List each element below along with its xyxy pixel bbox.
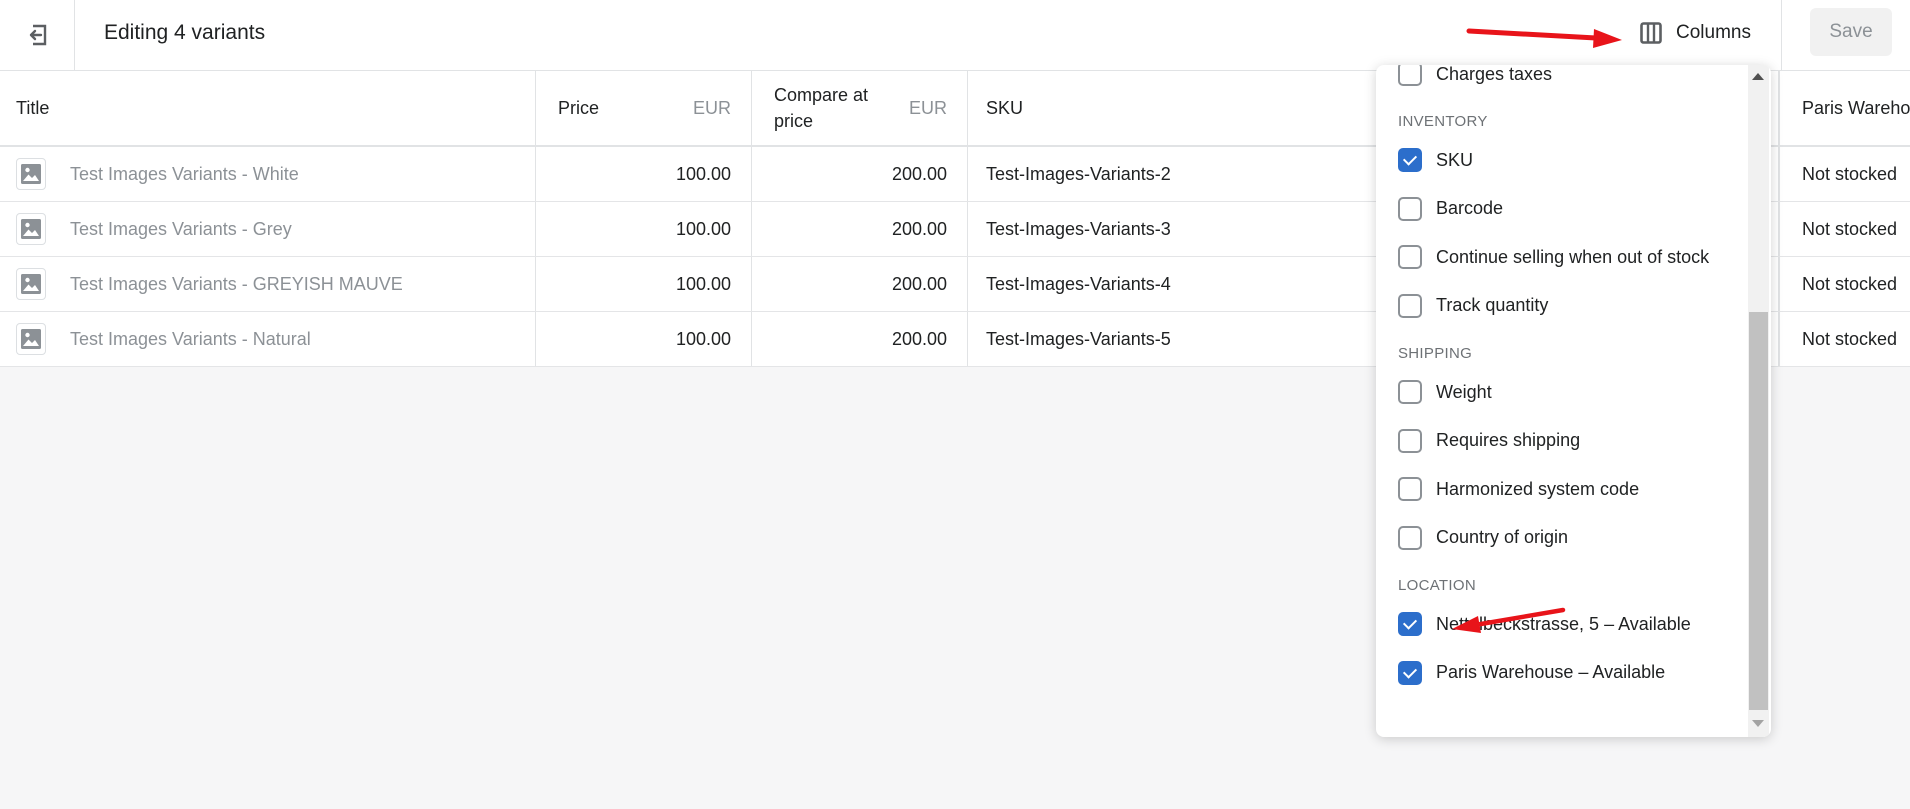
paris-warehouse-cell[interactable]: Not stocked (1779, 257, 1910, 311)
scroll-up-arrow-icon[interactable] (1752, 73, 1764, 80)
checkbox[interactable] (1398, 148, 1422, 172)
variant-title: Test Images Variants - Natural (70, 328, 311, 349)
title-cell[interactable]: Test Images Variants - Grey (0, 202, 536, 256)
column-header-title: Title (0, 71, 536, 145)
checkbox[interactable] (1398, 612, 1422, 636)
columns-menu: Charges taxes INVENTORY SKU Barcode Conti… (1376, 65, 1771, 737)
compare-at-price-cell[interactable]: 200.00 (752, 147, 968, 201)
paris-warehouse-cell[interactable]: Not stocked (1779, 147, 1910, 201)
title-cell[interactable]: Test Images Variants - GREYISH MAUVE (0, 257, 536, 311)
columns-label: Columns (1676, 22, 1751, 43)
column-option-label: Nettelbeckstrasse, 5 – Available (1436, 613, 1691, 634)
image-placeholder-icon[interactable] (16, 268, 46, 300)
column-option-label: Requires shipping (1436, 430, 1581, 450)
save-button[interactable]: Save (1810, 8, 1892, 56)
column-header-price: Price EUR (536, 71, 752, 145)
column-option[interactable]: Barcode (1398, 196, 1504, 221)
column-option[interactable]: Paris Warehouse – Available (1398, 660, 1666, 685)
columns-icon (1640, 22, 1662, 44)
compare-currency: EUR (908, 97, 947, 118)
checkbox[interactable] (1398, 65, 1422, 86)
compare-at-price-cell[interactable]: 200.00 (752, 202, 968, 256)
column-header-compare-at-price: Compare at price EUR (752, 71, 968, 145)
column-option[interactable]: Requires shipping (1398, 428, 1581, 453)
column-option[interactable]: Charges taxes (1398, 65, 1552, 86)
column-option-label: Barcode (1436, 198, 1504, 218)
column-option[interactable]: SKU (1398, 148, 1473, 172)
columns-button[interactable]: Columns (1640, 16, 1751, 50)
title-cell[interactable]: Test Images Variants - Natural (0, 312, 536, 366)
paris-warehouse-cell[interactable]: Not stocked (1779, 312, 1910, 366)
column-option[interactable]: Nettelbeckstrasse, 5 – Available (1398, 612, 1691, 636)
compare-at-price-cell[interactable]: 200.00 (752, 257, 968, 311)
page-title: Editing 4 variants (104, 21, 266, 44)
compare-header-label: Compare at price (774, 85, 869, 131)
price-cell[interactable]: 100.00 (536, 312, 752, 366)
column-option-label: Paris Warehouse – Available (1436, 662, 1666, 682)
divider (1781, 0, 1782, 70)
column-option-label: Continue selling when out of stock (1436, 246, 1710, 267)
compare-at-price-cell[interactable]: 200.00 (752, 312, 968, 366)
exit-button[interactable] (0, 0, 75, 70)
image-placeholder-icon[interactable] (16, 213, 46, 245)
column-option-label: Track quantity (1436, 295, 1549, 315)
top-bar: Editing 4 variants Columns Save (0, 0, 1910, 71)
variant-title: Test Images Variants - GREYISH MAUVE (70, 273, 403, 294)
variant-title: Test Images Variants - White (70, 163, 299, 184)
column-option-label: Charges taxes (1436, 65, 1553, 84)
column-option[interactable]: Continue selling when out of stock (1398, 245, 1709, 269)
scrollbar-thumb[interactable] (1749, 312, 1768, 710)
paris-warehouse-cell[interactable]: Not stocked (1779, 202, 1910, 256)
image-placeholder-icon[interactable] (16, 158, 46, 190)
scroll-down-arrow-icon[interactable] (1752, 720, 1764, 727)
scrollbar[interactable] (1748, 65, 1769, 737)
exit-icon (29, 24, 47, 46)
column-option-label: Harmonized system code (1436, 478, 1640, 499)
variant-title: Test Images Variants - Grey (70, 218, 292, 239)
column-option-label: SKU (1436, 149, 1474, 170)
price-cell[interactable]: 100.00 (536, 147, 752, 201)
price-cell[interactable]: 100.00 (536, 202, 752, 256)
column-option-label: Weight (1436, 381, 1492, 402)
menu-section-heading: SHIPPING (1398, 345, 1473, 362)
checkbox[interactable] (1398, 196, 1422, 221)
checkbox[interactable] (1398, 293, 1422, 318)
column-option[interactable]: Weight (1398, 380, 1492, 404)
image-placeholder-icon[interactable] (16, 323, 46, 355)
checkbox[interactable] (1398, 245, 1422, 269)
title-cell[interactable]: Test Images Variants - White (0, 147, 536, 201)
price-cell[interactable]: 100.00 (536, 257, 752, 311)
checkbox[interactable] (1398, 660, 1422, 685)
menu-section-heading: LOCATION (1398, 577, 1476, 594)
checkbox[interactable] (1398, 477, 1422, 501)
column-option[interactable]: Country of origin (1398, 525, 1569, 550)
price-header-label: Price (558, 97, 600, 118)
checkbox[interactable] (1398, 428, 1422, 453)
menu-section-heading: INVENTORY (1398, 113, 1488, 130)
column-option[interactable]: Track quantity (1398, 293, 1549, 318)
price-currency: EUR (692, 97, 731, 118)
column-option-label: Country of origin (1436, 527, 1569, 547)
column-option[interactable]: Harmonized system code (1398, 477, 1639, 501)
column-header-paris-warehouse: Paris Wareho (1779, 71, 1910, 145)
checkbox[interactable] (1398, 380, 1422, 404)
checkbox[interactable] (1398, 525, 1422, 550)
